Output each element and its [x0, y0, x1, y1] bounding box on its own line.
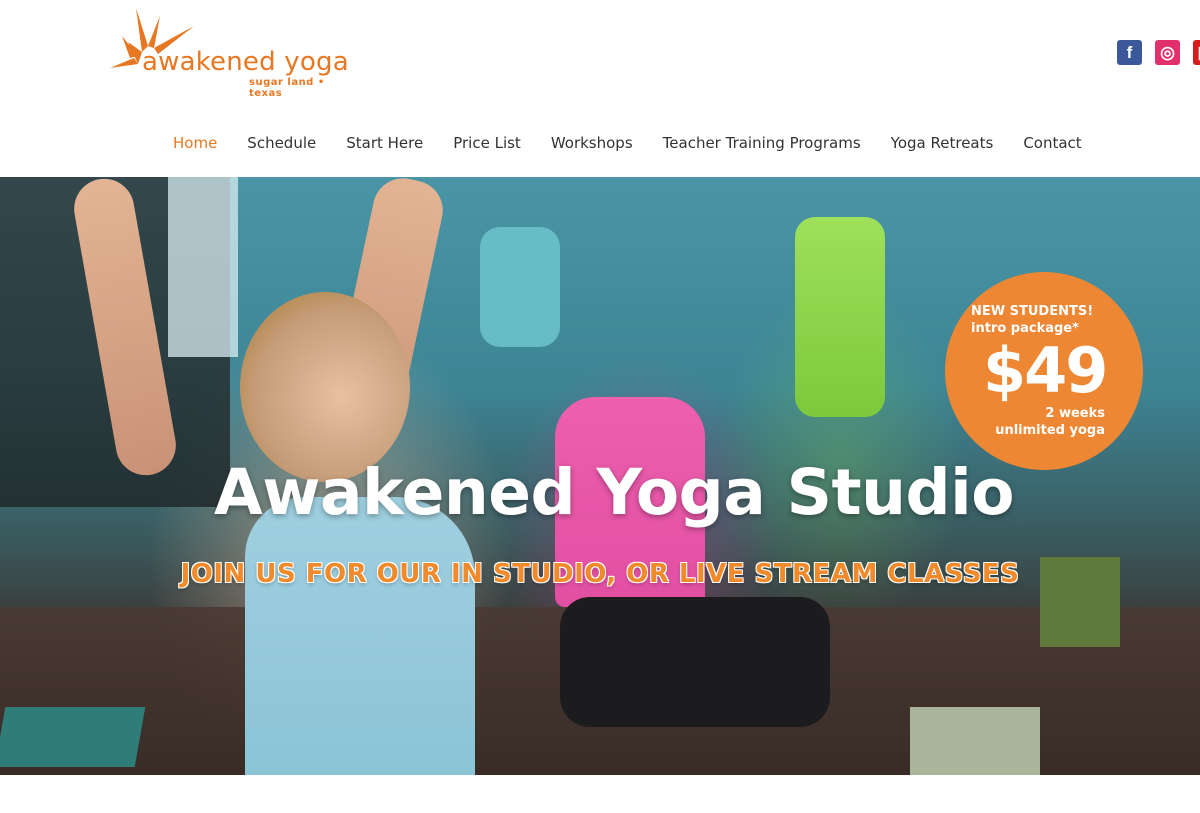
hero-photo-mat	[0, 707, 146, 767]
promo-description: unlimited yoga	[995, 423, 1105, 438]
nav-item-schedule[interactable]: Schedule	[247, 134, 316, 152]
nav-item-contact[interactable]: Contact	[1023, 134, 1081, 152]
nav-item-teacher-training[interactable]: Teacher Training Programs	[663, 134, 861, 152]
nav-item-workshops[interactable]: Workshops	[551, 134, 633, 152]
social-links: f ◎ ▶	[1117, 40, 1200, 65]
promo-duration: 2 weeks	[1045, 406, 1105, 421]
new-student-promo-badge[interactable]: NEW STUDENTS! intro package* $49 2 weeks…	[945, 272, 1143, 470]
site-logo[interactable]: awakened yoga sugar land • texas	[108, 6, 358, 99]
hero-photo-person	[245, 497, 475, 775]
nav-item-yoga-retreats[interactable]: Yoga Retreats	[891, 134, 994, 152]
hero-photo-person	[480, 227, 560, 347]
youtube-icon[interactable]: ▶	[1193, 40, 1200, 65]
facebook-icon[interactable]: f	[1117, 40, 1142, 65]
hero-photo-person	[795, 217, 885, 417]
hero-subtitle: JOIN US FOR OUR IN STUDIO, OR LIVE STREA…	[180, 559, 1020, 589]
promo-price: $49	[983, 334, 1108, 407]
instagram-icon[interactable]: ◎	[1155, 40, 1180, 65]
nav-item-home[interactable]: Home	[173, 134, 217, 152]
site-header: awakened yoga sugar land • texas f ◎ ▶ H…	[0, 0, 1200, 177]
nav-item-start-here[interactable]: Start Here	[346, 134, 423, 152]
hero-photo-mat	[910, 707, 1040, 775]
hero-photo-window	[168, 177, 238, 357]
hero-banner: Awakened Yoga Studio JOIN US FOR OUR IN …	[0, 177, 1200, 775]
main-navigation: Home Schedule Start Here Price List Work…	[173, 134, 1082, 152]
hero-photo-person	[560, 597, 830, 727]
logo-wordmark: awakened yoga	[142, 47, 349, 77]
hero-photo-person	[240, 292, 410, 482]
logo-tagline: sugar land • texas	[249, 77, 325, 99]
nav-item-price-list[interactable]: Price List	[453, 134, 521, 152]
promo-heading: NEW STUDENTS!	[971, 304, 1094, 319]
